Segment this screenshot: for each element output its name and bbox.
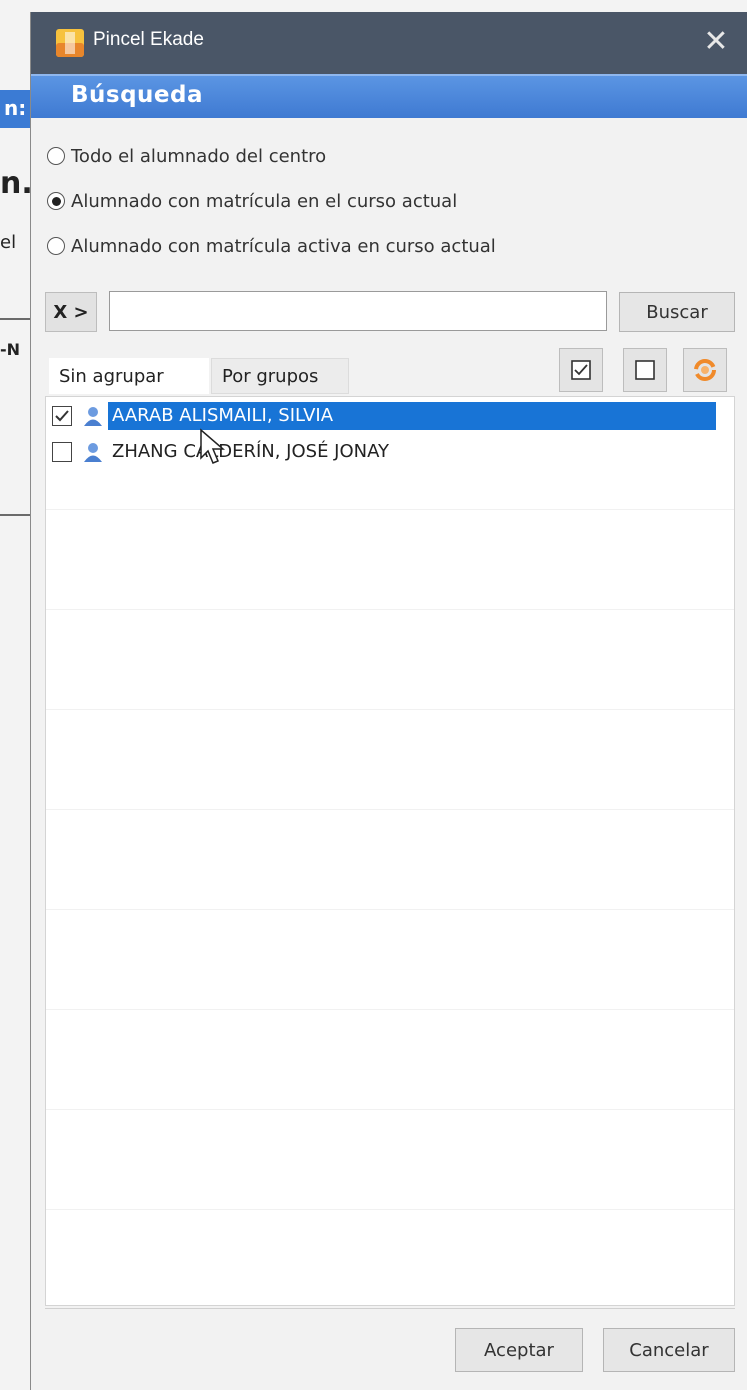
tab-por-grupos[interactable]: Por grupos <box>211 358 349 394</box>
list-divider <box>46 809 734 810</box>
scope-option-active-course[interactable]: Alumnado con matrícula activa en curso a… <box>47 230 496 262</box>
list-divider <box>46 1009 734 1010</box>
scope-option-all[interactable]: Todo el alumnado del centro <box>47 140 326 172</box>
refresh-button[interactable] <box>683 348 727 392</box>
title-bar[interactable]: Pincel Ekade ✕ <box>31 12 747 74</box>
radio-button[interactable] <box>47 147 65 165</box>
radio-button[interactable] <box>47 192 65 210</box>
check-all-icon <box>571 360 591 380</box>
list-item[interactable]: ZHANG CALDERÍN, JOSÉ JONAY <box>46 435 734 469</box>
section-title: Búsqueda <box>71 82 204 108</box>
accept-button[interactable]: Aceptar <box>455 1328 583 1372</box>
search-input[interactable] <box>109 291 607 331</box>
list-divider <box>46 1209 734 1210</box>
background-tab: n: <box>0 90 30 128</box>
tab-sin-agrupar[interactable]: Sin agrupar <box>49 358 209 394</box>
background-fragment: el <box>0 232 17 253</box>
check-all-button[interactable] <box>559 348 603 392</box>
student-list: AARAB ALISMAILI, SILVIA ZHANG CALDERÍN, … <box>45 396 735 1306</box>
list-divider <box>46 709 734 710</box>
search-button[interactable]: Buscar <box>619 292 735 332</box>
search-dialog: Pincel Ekade ✕ Búsqueda Todo el alumnado… <box>30 12 747 1390</box>
student-icon <box>84 407 102 426</box>
radio-selected-dot <box>51 196 61 206</box>
background-fragment: n. <box>0 166 33 201</box>
refresh-icon <box>694 359 716 381</box>
scope-option-current-course[interactable]: Alumnado con matrícula en el curso actua… <box>47 185 457 217</box>
window-title: Pincel Ekade <box>93 29 204 50</box>
section-header: Búsqueda <box>31 74 747 118</box>
list-divider <box>46 1109 734 1110</box>
radio-label: Todo el alumnado del centro <box>71 145 327 167</box>
background-divider <box>0 514 30 516</box>
list-divider <box>46 509 734 510</box>
cancel-button[interactable]: Cancelar <box>603 1328 735 1372</box>
student-icon <box>84 443 102 462</box>
student-name: ZHANG CALDERÍN, JOSÉ JONAY <box>112 441 390 462</box>
uncheck-all-icon <box>635 360 655 380</box>
radio-label: Alumnado con matrícula en el curso actua… <box>71 190 458 212</box>
list-divider <box>46 909 734 910</box>
footer-divider <box>45 1308 735 1309</box>
close-icon[interactable]: ✕ <box>697 24 735 62</box>
background-fragment: -N <box>0 340 21 359</box>
background-divider <box>0 318 30 320</box>
student-checkbox[interactable] <box>52 442 72 462</box>
student-checkbox[interactable] <box>52 406 72 426</box>
uncheck-all-button[interactable] <box>623 348 667 392</box>
mouse-cursor-icon <box>200 428 226 464</box>
radio-label: Alumnado con matrícula activa en curso a… <box>71 235 496 257</box>
student-name: AARAB ALISMAILI, SILVIA <box>108 402 716 430</box>
list-item[interactable]: AARAB ALISMAILI, SILVIA <box>46 399 734 433</box>
background-fragment: n: <box>4 96 27 120</box>
radio-button[interactable] <box>47 237 65 255</box>
app-icon <box>56 29 84 57</box>
search-prefix-button[interactable]: X > <box>45 292 97 332</box>
list-divider <box>46 609 734 610</box>
checkmark-icon <box>55 410 69 422</box>
